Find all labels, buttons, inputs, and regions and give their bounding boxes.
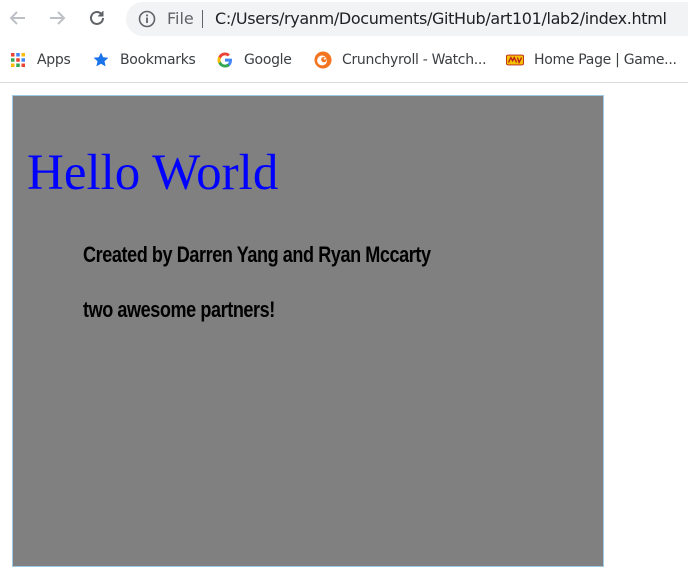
bookmarks-bar: Apps Bookmarks Google Crunchyroll - Watc… — [0, 38, 688, 83]
tagline-text: two awesome partners! — [83, 297, 275, 322]
info-icon[interactable] — [138, 10, 156, 28]
bookmark-google[interactable]: Google — [216, 50, 292, 70]
page-heading: Hello World — [27, 145, 279, 201]
address-bar[interactable]: File C:/Users/ryanm/Documents/GitHub/art… — [126, 2, 688, 36]
reload-button[interactable] — [85, 6, 109, 30]
apps-grid-icon — [9, 51, 27, 69]
google-icon — [216, 51, 234, 69]
bookmark-label: Home Page | Game... — [534, 52, 677, 68]
reload-icon — [90, 10, 104, 25]
back-button[interactable] — [6, 6, 30, 30]
bookmark-label: Bookmarks — [120, 52, 196, 68]
bookmark-label: Apps — [37, 52, 71, 68]
forward-arrow-icon — [50, 11, 66, 25]
back-arrow-icon — [9, 11, 25, 25]
crunchyroll-icon — [314, 51, 332, 69]
bookmark-gamefaqs[interactable]: Home Page | Game... — [506, 50, 677, 70]
forward-button[interactable] — [45, 6, 69, 30]
url-text[interactable]: C:/Users/ryanm/Documents/GitHub/art101/l… — [215, 9, 667, 28]
location-prefix: File — [167, 9, 194, 28]
star-icon — [92, 51, 110, 69]
credits-text: Created by Darren Yang and Ryan Mccarty — [83, 242, 431, 267]
browser-toolbar: File C:/Users/ryanm/Documents/GitHub/art… — [0, 0, 688, 38]
bookmark-label: Crunchyroll - Watch... — [342, 52, 487, 68]
page-content: Hello World Created by Darren Yang and R… — [12, 95, 604, 567]
bookmark-bookmarks[interactable]: Bookmarks — [92, 50, 196, 70]
gamefaqs-icon — [506, 51, 524, 69]
bookmark-apps[interactable]: Apps — [9, 50, 71, 70]
address-separator — [202, 10, 203, 28]
bookmark-crunchyroll[interactable]: Crunchyroll - Watch... — [314, 50, 487, 70]
bookmark-label: Google — [244, 52, 292, 68]
